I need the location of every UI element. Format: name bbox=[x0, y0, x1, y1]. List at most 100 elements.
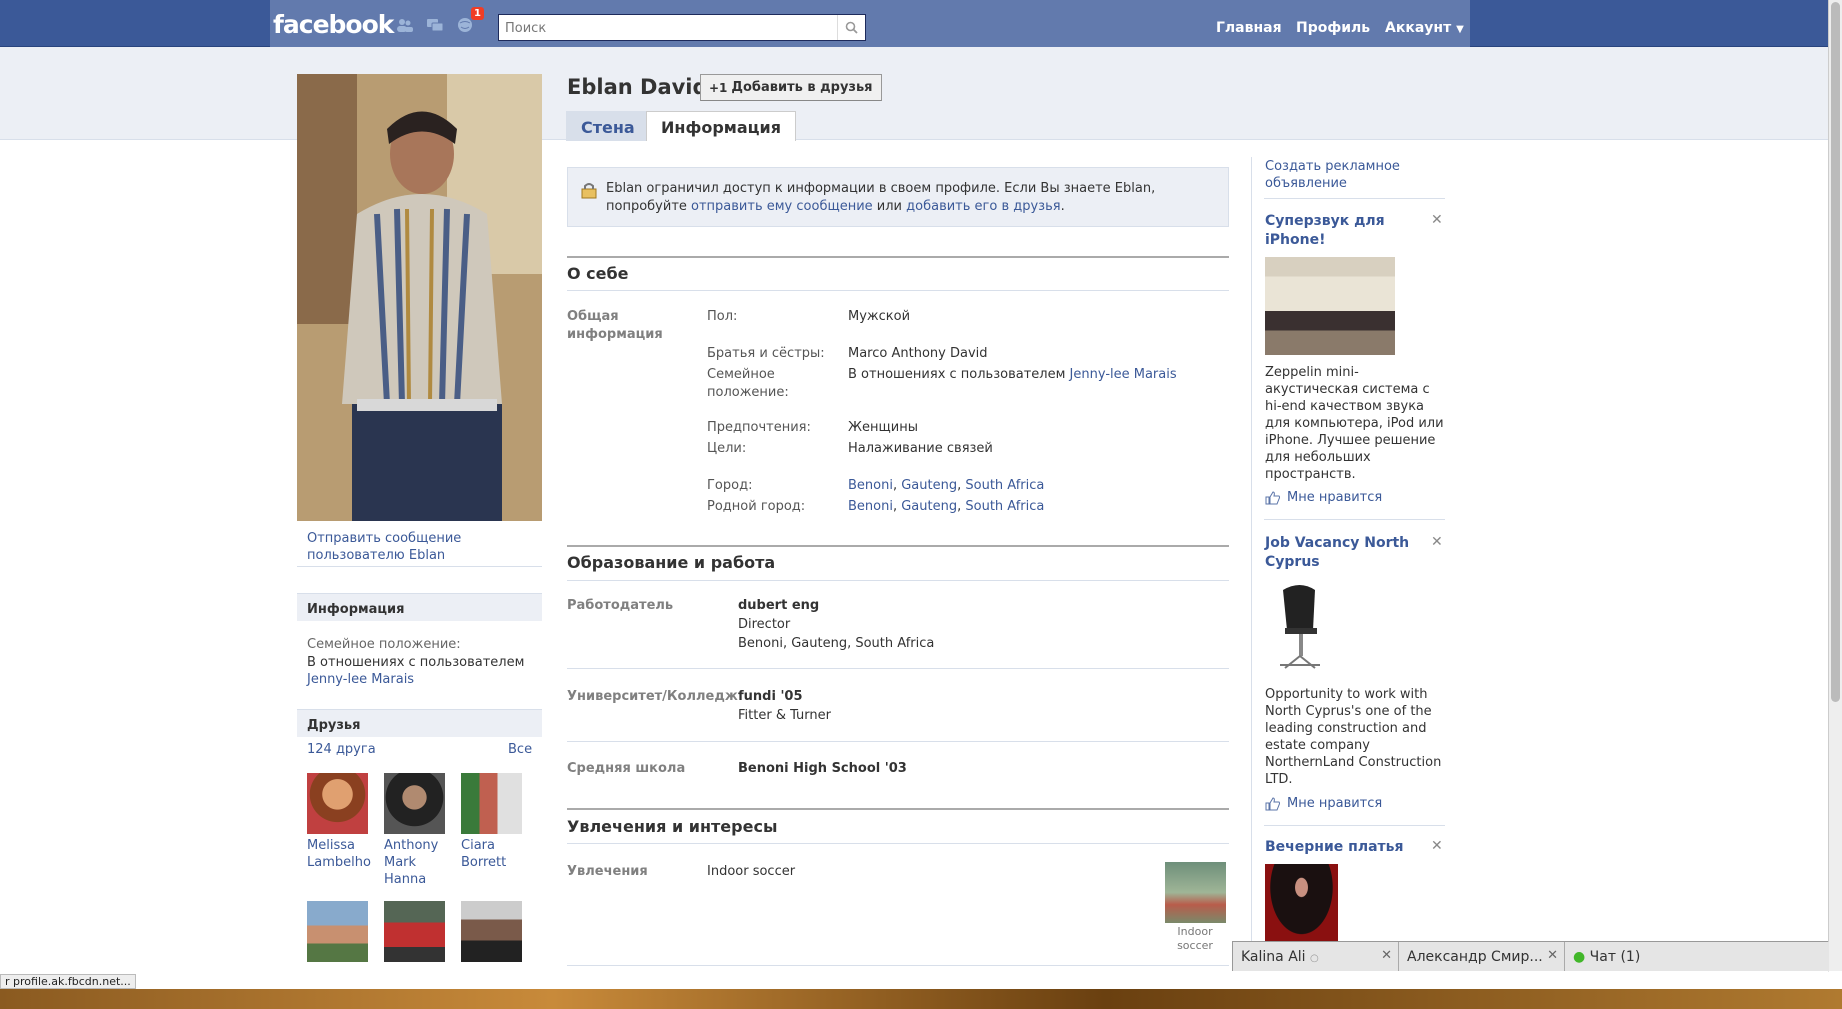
looking-for-label: Цели: bbox=[707, 441, 747, 456]
desktop-background bbox=[0, 989, 1842, 1009]
facebook-logo[interactable]: facebook bbox=[273, 10, 394, 39]
region-link[interactable]: Gauteng bbox=[901, 499, 957, 514]
city-link[interactable]: Benoni bbox=[848, 478, 893, 493]
highschool-link[interactable]: Benoni High School '03 bbox=[738, 760, 907, 778]
add-friend-label: Добавить в друзья bbox=[731, 80, 873, 95]
ad-image[interactable] bbox=[1265, 580, 1335, 675]
notice-text-2: или bbox=[872, 199, 907, 214]
add-friend-button[interactable]: +1 Добавить в друзья bbox=[700, 74, 882, 101]
country-link[interactable]: South Africa bbox=[965, 499, 1044, 514]
friends-all-link[interactable]: Все bbox=[508, 742, 532, 757]
ad-title[interactable]: Суперзвук для iPhone! bbox=[1265, 212, 1425, 250]
left-relationship-value: В отношениях с пользователем bbox=[307, 655, 525, 670]
like-button[interactable]: Мне нравится bbox=[1265, 490, 1382, 505]
like-button[interactable]: Мне нравится bbox=[1265, 796, 1382, 811]
activity-link[interactable]: Indoor soccer bbox=[707, 863, 795, 881]
employer-location-link[interactable]: Benoni, Gauteng, South Africa bbox=[738, 635, 934, 653]
friend-avatar[interactable] bbox=[461, 773, 522, 834]
nav-home-link[interactable]: Главная bbox=[1216, 20, 1282, 36]
education-section-title: Образование и работа bbox=[567, 553, 776, 572]
chat-main-tab[interactable]: ● Чат (1) bbox=[1565, 942, 1829, 972]
friend-avatar[interactable] bbox=[384, 901, 445, 962]
current-city-label: Город: bbox=[707, 478, 753, 493]
scrollbar-thumb[interactable] bbox=[1831, 2, 1840, 702]
concentration-link[interactable]: Fitter & Turner bbox=[738, 707, 831, 725]
divider bbox=[567, 290, 1229, 291]
looking-for-value: Налаживание связей bbox=[848, 441, 993, 456]
employer-link[interactable]: dubert eng bbox=[738, 597, 819, 615]
activity-caption: Indoor soccer bbox=[1177, 925, 1213, 952]
relationship-partner-link[interactable]: Jenny-lee Marais bbox=[1070, 367, 1177, 382]
nav-account-link[interactable]: Аккаунт ▼ bbox=[1385, 20, 1464, 36]
notice-text-3: . bbox=[1060, 199, 1065, 214]
friend-requests-icon[interactable] bbox=[396, 17, 414, 33]
online-status-icon: ● bbox=[1573, 949, 1586, 965]
activity-thumbnail[interactable] bbox=[1165, 862, 1226, 923]
search-button[interactable] bbox=[837, 15, 865, 40]
interests-section-title: Увлечения и интересы bbox=[567, 817, 778, 836]
left-relationship-partner-link[interactable]: Jenny-lee Marais bbox=[307, 672, 414, 687]
left-info-heading: Информация bbox=[297, 593, 542, 621]
tab-wall[interactable]: Стена bbox=[566, 111, 650, 141]
friend-tile[interactable]: Melissa Lambelho bbox=[307, 773, 377, 871]
nav-profile-link[interactable]: Профиль bbox=[1296, 20, 1370, 36]
close-icon[interactable]: ✕ bbox=[1547, 948, 1558, 963]
ad-title[interactable]: Job Vacancy North Cyprus bbox=[1265, 534, 1425, 572]
like-label: Мне нравится bbox=[1287, 796, 1383, 811]
friend-name[interactable]: Melissa Lambelho bbox=[307, 837, 377, 871]
notice-add-friend-link[interactable]: добавить его в друзья bbox=[906, 199, 1060, 214]
close-icon[interactable]: ✕ bbox=[1431, 838, 1443, 854]
close-icon[interactable]: ✕ bbox=[1431, 212, 1443, 228]
friend-tile[interactable] bbox=[384, 901, 454, 962]
friend-tile[interactable] bbox=[461, 901, 531, 962]
divider bbox=[567, 741, 1229, 742]
create-ad-link[interactable]: Создать рекламное объявление bbox=[1265, 158, 1445, 192]
divider bbox=[1264, 519, 1445, 520]
tab-info[interactable]: Информация bbox=[646, 111, 796, 141]
chat-tab[interactable]: Kalina Ali ○ ✕ bbox=[1233, 942, 1399, 972]
close-icon[interactable]: ✕ bbox=[1431, 534, 1443, 550]
profile-picture[interactable] bbox=[297, 74, 542, 521]
friend-avatar[interactable] bbox=[384, 773, 445, 834]
friend-name[interactable]: Ciara Borrett bbox=[461, 837, 531, 871]
friend-avatar[interactable] bbox=[307, 773, 368, 834]
search-input[interactable] bbox=[505, 19, 825, 37]
country-link[interactable]: South Africa bbox=[965, 478, 1044, 493]
like-label: Мне нравится bbox=[1287, 490, 1383, 505]
close-icon[interactable]: ✕ bbox=[1381, 948, 1392, 963]
browser-status-text: r profile.ak.fbcdn.net... bbox=[0, 974, 136, 989]
top-bar-inner bbox=[270, 0, 1470, 47]
friend-name[interactable]: Anthony Mark Hanna bbox=[384, 837, 454, 888]
scrollbar[interactable] bbox=[1828, 0, 1842, 971]
divider bbox=[567, 843, 1229, 844]
privacy-notice: Eblan ограничил доступ к информации в св… bbox=[567, 167, 1229, 227]
chat-tab[interactable]: Александр Смир... ✕ bbox=[1399, 942, 1565, 972]
lock-icon bbox=[581, 183, 597, 199]
relationship-text: В отношениях с пользователем bbox=[848, 367, 1066, 382]
friend-tile[interactable]: Anthony Mark Hanna bbox=[384, 773, 454, 888]
friend-tile[interactable] bbox=[307, 901, 377, 962]
ad-image[interactable] bbox=[1265, 864, 1338, 942]
hometown-label: Родной город: bbox=[707, 499, 806, 514]
region-link[interactable]: Gauteng bbox=[901, 478, 957, 493]
chat-main-label: Чат (1) bbox=[1589, 949, 1641, 965]
idle-status-icon: ○ bbox=[1310, 953, 1319, 964]
hometown-value: Benoni, Gauteng, South Africa bbox=[848, 498, 1044, 516]
position-link[interactable]: Director bbox=[738, 616, 790, 634]
city-link[interactable]: Benoni bbox=[848, 499, 893, 514]
siblings-label: Братья и сёстры: bbox=[707, 346, 825, 361]
messages-icon[interactable] bbox=[426, 17, 444, 33]
send-message-link[interactable]: Отправить сообщение пользователю Eblan bbox=[307, 530, 537, 564]
sibling-link[interactable]: Marco Anthony David bbox=[848, 345, 988, 363]
ad-image[interactable] bbox=[1265, 257, 1395, 355]
notification-badge: 1 bbox=[471, 7, 484, 20]
relationship-value: В отношениях с пользователем Jenny-lee M… bbox=[848, 366, 1177, 384]
friends-count-link[interactable]: 124 друга bbox=[307, 742, 376, 757]
friend-avatar[interactable] bbox=[461, 901, 522, 962]
ad-title[interactable]: Вечерние платья bbox=[1265, 838, 1425, 857]
college-link[interactable]: fundi '05 bbox=[738, 688, 803, 706]
thumbs-up-icon bbox=[1265, 490, 1280, 504]
notice-send-message-link[interactable]: отправить ему сообщение bbox=[691, 199, 873, 214]
friend-avatar[interactable] bbox=[307, 901, 368, 962]
friend-tile[interactable]: Ciara Borrett bbox=[461, 773, 531, 871]
